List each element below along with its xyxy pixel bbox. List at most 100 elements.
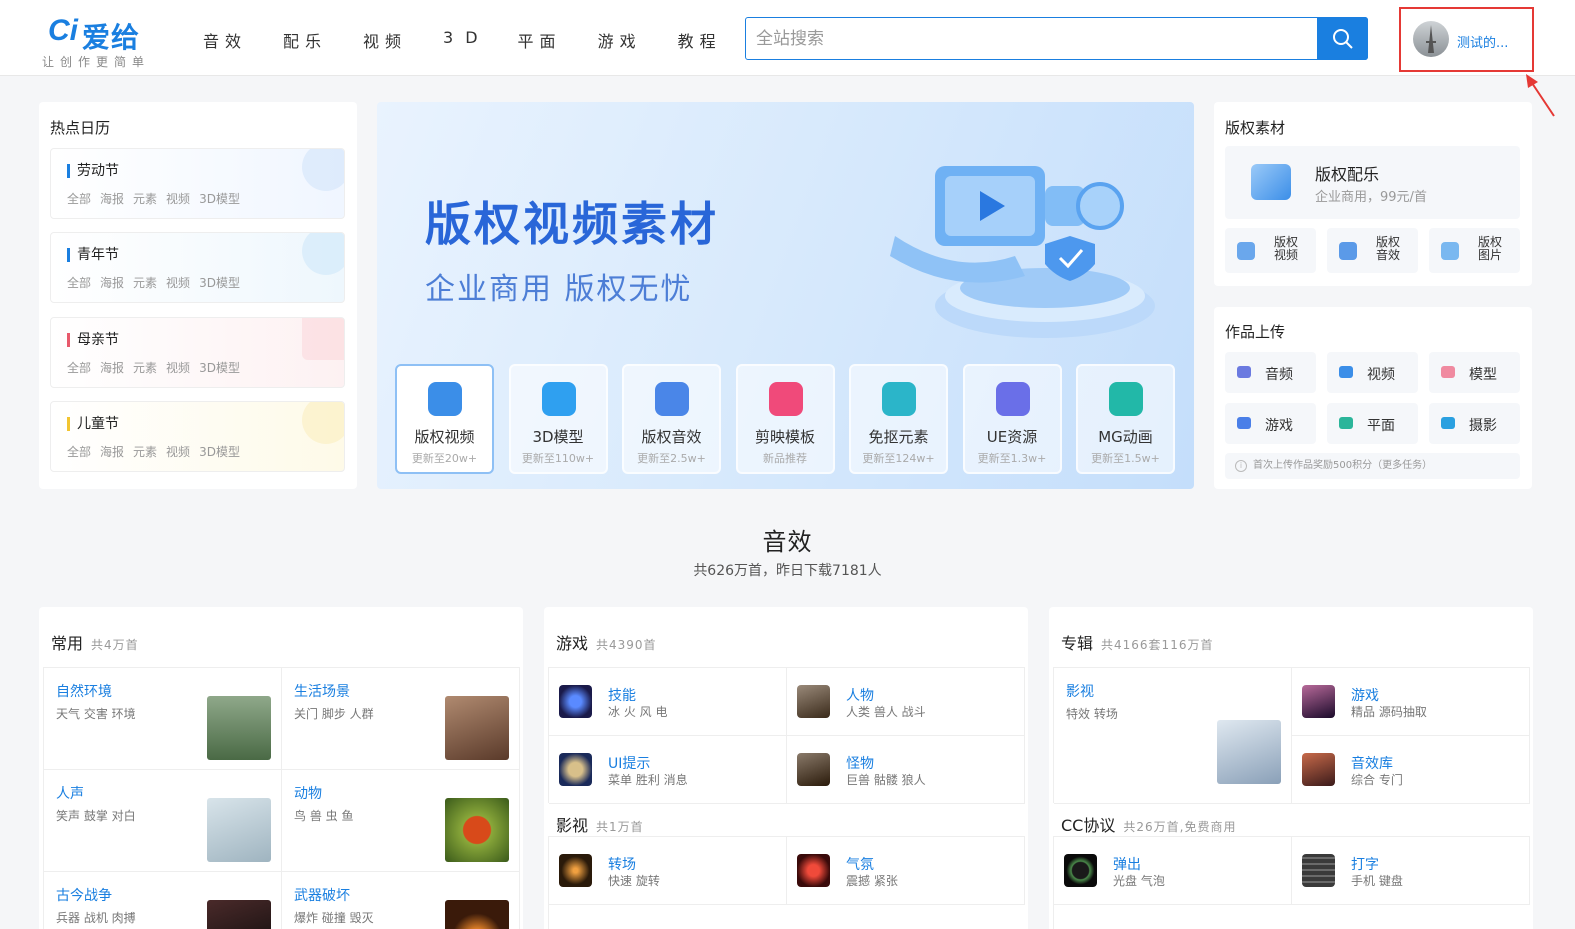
tile-label: 3D模型 — [532, 428, 584, 446]
nav-item-video[interactable]: 视频 — [363, 28, 407, 52]
nav-item-tutorial[interactable]: 教程 — [678, 28, 722, 52]
tile-capcut-template[interactable]: 剪映模板 新品推荐 — [735, 364, 835, 474]
tile-3d-model[interactable]: 3D模型 更新至110w+ — [508, 364, 608, 474]
upload-graphic-button[interactable]: 平面 — [1327, 403, 1418, 444]
game-item-character[interactable]: 人物 人类 兽人 战斗 — [787, 668, 1025, 736]
upload-game-button[interactable]: 游戏 — [1225, 403, 1316, 444]
nav-item-graphic[interactable]: 平面 — [518, 28, 562, 52]
category-animal[interactable]: 动物 鸟 兽 虫 鱼 — [282, 770, 520, 872]
tag-poster[interactable]: 海报 — [100, 192, 124, 206]
tag-video[interactable]: 视频 — [166, 192, 190, 206]
tile-copyright-sound[interactable]: 版权音效 更新至2.5w+ — [622, 364, 721, 474]
tag-3d[interactable]: 3D模型 — [199, 361, 240, 375]
common-title[interactable]: 常用 — [51, 634, 83, 653]
category-tags: 兵器 战机 肉搏 — [56, 911, 136, 925]
games-header: 游戏 共4390首 — [556, 630, 657, 654]
upload-video-button[interactable]: 视频 — [1327, 352, 1418, 393]
film-item-atmosphere[interactable]: 气氛 震撼 紧张 — [787, 837, 1025, 905]
category-tags: 关门 脚步 人群 — [294, 707, 374, 721]
copyright-video-button[interactable]: 版权视频 — [1225, 228, 1316, 273]
tag-poster[interactable]: 海报 — [100, 276, 124, 290]
copyright-music-card[interactable]: 版权配乐 企业商用，99元/首 — [1225, 146, 1520, 219]
tag-all[interactable]: 全部 — [67, 192, 91, 206]
upload-audio-button[interactable]: 音频 — [1225, 352, 1316, 393]
logo-name: 爱给 — [82, 21, 141, 54]
upload-reward-note[interactable]: 首次上传作品奖励500积分（更多任务） — [1225, 453, 1520, 479]
tag-3d[interactable]: 3D模型 — [199, 192, 240, 206]
game-item-ui[interactable]: UI提示 菜单 胜利 消息 — [549, 736, 787, 804]
tile-sub: 更新至2.5w+ — [637, 452, 706, 465]
audio-icon — [1237, 366, 1251, 378]
albums-title[interactable]: 专辑 — [1061, 634, 1093, 653]
upload-photo-button[interactable]: 摄影 — [1429, 403, 1520, 444]
calendar-item-mothers-day[interactable]: 母亲节 全部 海报 元素 视频 3D模型 — [50, 317, 345, 388]
tag-all[interactable]: 全部 — [67, 276, 91, 290]
search-button[interactable] — [1317, 17, 1368, 60]
tile-ue-resource[interactable]: UE资源 更新至1.3w+ — [962, 364, 1062, 474]
tag-3d[interactable]: 3D模型 — [199, 445, 240, 459]
upload-model-button[interactable]: 模型 — [1429, 352, 1520, 393]
tag-poster[interactable]: 海报 — [100, 445, 124, 459]
tag-poster[interactable]: 海报 — [100, 361, 124, 375]
film-title[interactable]: 影视 — [556, 816, 588, 835]
tower-icon — [1426, 25, 1436, 53]
tile-cutout-element[interactable]: 免抠元素 更新至124w+ — [849, 364, 948, 474]
hero-banner[interactable]: 版权视频素材 企业商用 版权无忧 版权视频 更新至20w+ 3D模型 更新至11… — [377, 102, 1194, 489]
film-grid: 转场 快速 旋转 气氛 震撼 紧张 — [548, 836, 1025, 929]
copyright-item-label: 版权视频 — [1273, 235, 1298, 262]
user-avatar[interactable] — [1413, 21, 1449, 57]
tile-mg-animation[interactable]: MG动画 更新至1.5w+ — [1076, 364, 1175, 474]
search-input[interactable] — [746, 18, 1318, 59]
tag-all[interactable]: 全部 — [67, 445, 91, 459]
film-item-transition[interactable]: 转场 快速 旋转 — [549, 837, 787, 905]
user-name[interactable]: 测试的... — [1457, 32, 1508, 51]
album-item-game[interactable]: 游戏 精品 源码抽取 — [1292, 668, 1530, 736]
games-title[interactable]: 游戏 — [556, 634, 588, 653]
logo-mark: Ci — [48, 14, 78, 47]
tag-video[interactable]: 视频 — [166, 445, 190, 459]
cc-title[interactable]: CC协议 — [1061, 816, 1115, 835]
main-nav: 音效 配乐 视频 3D 平面 游戏 教程 — [203, 28, 758, 52]
explosion-thumbnail — [445, 900, 509, 929]
calendar-item-childrens-day[interactable]: 儿童节 全部 海报 元素 视频 3D模型 — [50, 401, 345, 472]
tag-3d[interactable]: 3D模型 — [199, 276, 240, 290]
tag-video[interactable]: 视频 — [166, 276, 190, 290]
albums-count: 共4166套116万首 — [1101, 638, 1214, 652]
game-item-skill[interactable]: 技能 冰 火 风 电 — [549, 668, 787, 736]
copyright-sound-button[interactable]: 版权音效 — [1327, 228, 1418, 273]
user-profile-highlight[interactable]: 测试的... — [1399, 7, 1534, 72]
site-logo[interactable]: Ci 爱给 让创作更简单 — [40, 14, 165, 70]
category-nature[interactable]: 自然环境 天气 交害 环境 — [44, 668, 282, 770]
cc-item-popup[interactable]: 弹出 光盘 气泡 — [1054, 837, 1292, 905]
calendar-item-tags: 全部 海报 元素 视频 3D模型 — [67, 359, 249, 376]
games-grid: 技能 冰 火 风 电 人物 人类 兽人 战斗 UI提示 菜单 胜利 消息 怪物 … — [548, 667, 1025, 804]
category-life[interactable]: 生活场景 关门 脚步 人群 — [282, 668, 520, 770]
cc-item-typing[interactable]: 打字 手机 键盘 — [1292, 837, 1530, 905]
album-feature-film[interactable]: 影视 特效 转场 — [1054, 668, 1292, 804]
nav-item-game[interactable]: 游戏 — [598, 28, 642, 52]
cc-header: CC协议 共26万首,免费商用 — [1061, 812, 1236, 836]
calendar-item-youth-day[interactable]: 青年节 全部 海报 元素 视频 3D模型 — [50, 232, 345, 303]
album-item-tags: 精品 源码抽取 — [1351, 705, 1427, 719]
tag-element[interactable]: 元素 — [133, 445, 157, 459]
tile-copyright-video[interactable]: 版权视频 更新至20w+ — [395, 364, 494, 474]
nav-item-music[interactable]: 配乐 — [283, 28, 327, 52]
tile-label: 版权音效 — [641, 428, 702, 446]
category-war[interactable]: 古今战争 兵器 战机 肉搏 — [44, 872, 282, 929]
game-item-monster[interactable]: 怪物 巨兽 骷髅 狼人 — [787, 736, 1025, 804]
tag-video[interactable]: 视频 — [166, 361, 190, 375]
calendar-item-labor-day[interactable]: 劳动节 全部 海报 元素 视频 3D模型 — [50, 148, 345, 219]
tag-all[interactable]: 全部 — [67, 361, 91, 375]
tag-element[interactable]: 元素 — [133, 276, 157, 290]
copyright-image-button[interactable]: 版权图片 — [1429, 228, 1520, 273]
nav-item-sound[interactable]: 音效 — [203, 28, 247, 52]
category-voice[interactable]: 人声 笑声 鼓掌 对白 — [44, 770, 282, 872]
albums-header: 专辑 共4166套116万首 — [1061, 630, 1213, 654]
album-item-library[interactable]: 音效库 综合 专门 — [1292, 736, 1530, 804]
category-tags: 天气 交害 环境 — [56, 707, 136, 721]
tag-element[interactable]: 元素 — [133, 192, 157, 206]
category-weapon[interactable]: 武器破坏 爆炸 碰撞 毁灭 — [282, 872, 520, 929]
banner-category-tiles: 版权视频 更新至20w+ 3D模型 更新至110w+ 版权音效 更新至2.5w+… — [395, 364, 1175, 474]
nav-item-3d[interactable]: 3D — [443, 28, 490, 52]
tag-element[interactable]: 元素 — [133, 361, 157, 375]
